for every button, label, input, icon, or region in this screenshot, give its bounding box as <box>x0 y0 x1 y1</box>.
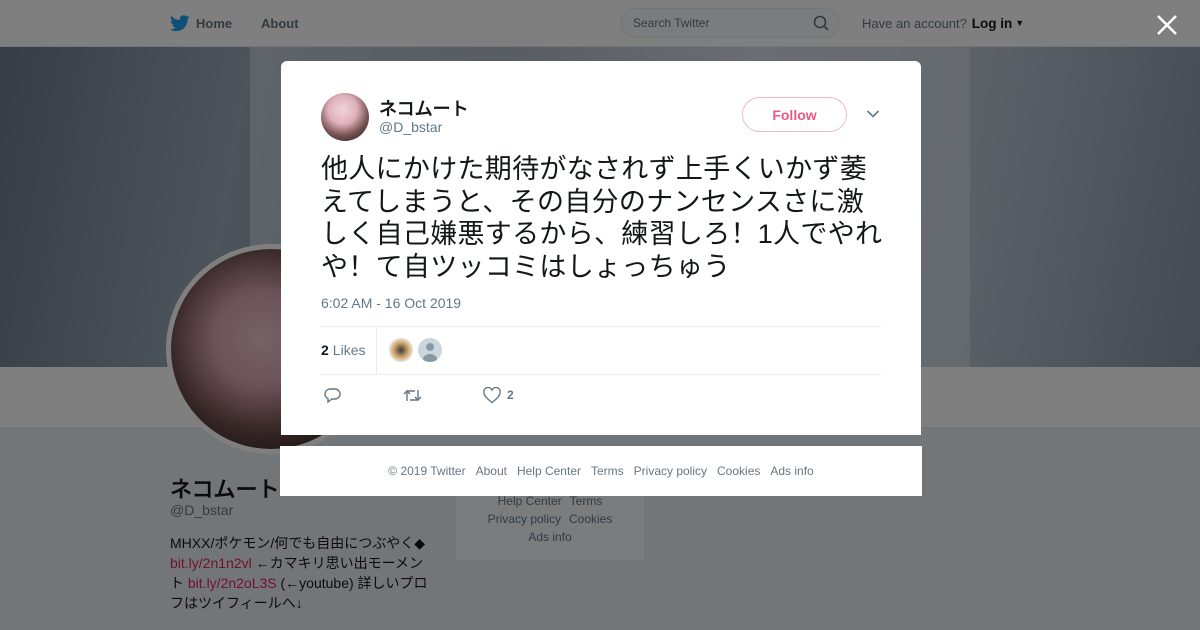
tweet-stats: 2 Likes <box>321 326 881 375</box>
liker-avatar[interactable] <box>389 338 413 362</box>
author-handle[interactable]: @D_bstar <box>379 119 442 135</box>
like-count: 2 <box>507 388 514 402</box>
heart-icon <box>483 386 501 403</box>
reply-icon <box>324 387 341 403</box>
likes-stat[interactable]: 2 Likes <box>321 342 365 358</box>
tweet-timestamp[interactable]: 6:02 AM - 16 Oct 2019 <box>321 295 461 311</box>
footer-link-ads-info[interactable]: Ads info <box>770 464 813 478</box>
chevron-down-icon[interactable] <box>866 109 880 119</box>
footer-link-privacy[interactable]: Privacy policy <box>634 464 707 478</box>
reply-button[interactable] <box>324 383 341 407</box>
default-profile-icon <box>423 343 437 362</box>
footer-link-cookies[interactable]: Cookies <box>717 464 760 478</box>
retweet-button[interactable] <box>403 383 422 407</box>
tweet-actions: 2 <box>321 383 881 407</box>
modal-footer: © 2019 Twitter About Help Center Terms P… <box>280 446 922 496</box>
tweet-modal: ネコムート @D_bstar Follow 他人にかけた期待がなされず上手くいか… <box>281 61 921 435</box>
footer-link-about[interactable]: About <box>476 464 507 478</box>
follow-button[interactable]: Follow <box>742 97 847 132</box>
author-name[interactable]: ネコムート <box>379 95 469 121</box>
liker-avatar[interactable] <box>418 338 442 362</box>
close-icon[interactable] <box>1154 12 1180 38</box>
likes-label: Likes <box>332 342 366 358</box>
like-button[interactable]: 2 <box>483 383 514 407</box>
author-avatar[interactable] <box>321 93 369 141</box>
stat-divider <box>376 327 377 374</box>
copyright-text: © 2019 Twitter <box>388 464 466 478</box>
footer-link-help-center[interactable]: Help Center <box>517 464 581 478</box>
tweet-text: 他人にかけた期待がなされず上手くいかず萎えてしまうと、その自分のナンセンスさに激… <box>321 154 883 282</box>
likes-count: 2 <box>321 342 329 358</box>
footer-link-terms[interactable]: Terms <box>591 464 624 478</box>
retweet-icon <box>403 389 422 401</box>
